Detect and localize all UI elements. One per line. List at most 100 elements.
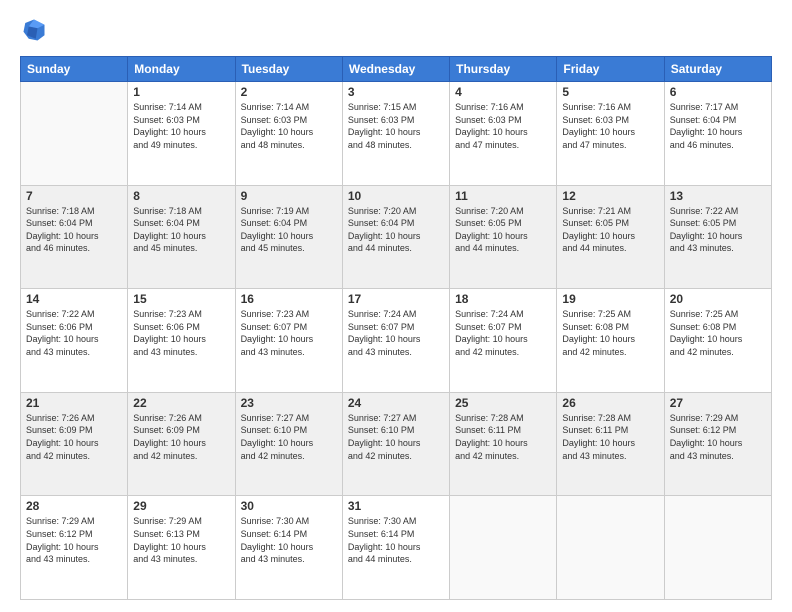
calendar-cell: 22 Sunrise: 7:26 AM Sunset: 6:09 PM Dayli…	[128, 392, 235, 496]
calendar-cell: 11Sunrise: 7:20 AM Sunset: 6:05 PM Dayli…	[450, 185, 557, 289]
weekday-header-tuesday: Tuesday	[235, 57, 342, 82]
calendar-cell: 7Sunrise: 7:18 AM Sunset: 6:04 PM Daylig…	[21, 185, 128, 289]
calendar-cell: 27 Sunrise: 7:29 AM Sunset: 6:12 PM Dayli…	[664, 392, 771, 496]
day-number: 25	[455, 396, 551, 410]
cell-info: Sunrise: 7:23 AM Sunset: 6:07 PM Dayligh…	[241, 308, 337, 358]
day-number: 14	[26, 292, 122, 306]
day-number: 28	[26, 499, 122, 513]
calendar-cell: 15 Sunrise: 7:23 AM Sunset: 6:06 PM Dayli…	[128, 289, 235, 393]
cell-info: Sunrise: 7:24 AM Sunset: 6:07 PM Dayligh…	[455, 308, 551, 358]
calendar-cell: 13 Sunrise: 7:22 AM Sunset: 6:05 PM Dayli…	[664, 185, 771, 289]
weekday-header-friday: Friday	[557, 57, 664, 82]
calendar-cell: 2 Sunrise: 7:14 AM Sunset: 6:03 PM Daylig…	[235, 82, 342, 186]
day-number: 4	[455, 85, 551, 99]
calendar-cell: 31Sunrise: 7:30 AM Sunset: 6:14 PM Dayli…	[342, 496, 449, 600]
calendar-cell: 3Sunrise: 7:15 AM Sunset: 6:03 PM Daylig…	[342, 82, 449, 186]
day-number: 27	[670, 396, 766, 410]
cell-info: Sunrise: 7:20 AM Sunset: 6:04 PM Dayligh…	[348, 205, 444, 255]
day-number: 9	[241, 189, 337, 203]
cell-info: Sunrise: 7:14 AM Sunset: 6:03 PM Dayligh…	[241, 101, 337, 151]
day-number: 5	[562, 85, 658, 99]
calendar-cell: 8 Sunrise: 7:18 AM Sunset: 6:04 PM Daylig…	[128, 185, 235, 289]
cell-info: Sunrise: 7:17 AM Sunset: 6:04 PM Dayligh…	[670, 101, 766, 151]
cell-info: Sunrise: 7:18 AM Sunset: 6:04 PM Dayligh…	[133, 205, 229, 255]
calendar-cell: 25Sunrise: 7:28 AM Sunset: 6:11 PM Dayli…	[450, 392, 557, 496]
day-number: 23	[241, 396, 337, 410]
calendar-cell: 23Sunrise: 7:27 AM Sunset: 6:10 PM Dayli…	[235, 392, 342, 496]
cell-info: Sunrise: 7:25 AM Sunset: 6:08 PM Dayligh…	[670, 308, 766, 358]
day-number: 11	[455, 189, 551, 203]
day-number: 6	[670, 85, 766, 99]
day-number: 10	[348, 189, 444, 203]
cell-info: Sunrise: 7:21 AM Sunset: 6:05 PM Dayligh…	[562, 205, 658, 255]
day-number: 21	[26, 396, 122, 410]
logo-icon	[20, 16, 48, 44]
weekday-header-thursday: Thursday	[450, 57, 557, 82]
day-number: 31	[348, 499, 444, 513]
header	[20, 18, 772, 46]
calendar-cell: 14 Sunrise: 7:22 AM Sunset: 6:06 PM Dayli…	[21, 289, 128, 393]
weekday-header-saturday: Saturday	[664, 57, 771, 82]
day-number: 15	[133, 292, 229, 306]
calendar-cell: 21 Sunrise: 7:26 AM Sunset: 6:09 PM Dayli…	[21, 392, 128, 496]
calendar-cell: 5 Sunrise: 7:16 AM Sunset: 6:03 PM Daylig…	[557, 82, 664, 186]
calendar-week-row: 28Sunrise: 7:29 AM Sunset: 6:12 PM Dayli…	[21, 496, 772, 600]
cell-info: Sunrise: 7:27 AM Sunset: 6:10 PM Dayligh…	[348, 412, 444, 462]
calendar-cell: 6 Sunrise: 7:17 AM Sunset: 6:04 PM Daylig…	[664, 82, 771, 186]
logo	[20, 18, 51, 46]
day-number: 13	[670, 189, 766, 203]
calendar-cell: 19 Sunrise: 7:25 AM Sunset: 6:08 PM Dayli…	[557, 289, 664, 393]
calendar-table: SundayMondayTuesdayWednesdayThursdayFrid…	[20, 56, 772, 600]
cell-info: Sunrise: 7:16 AM Sunset: 6:03 PM Dayligh…	[562, 101, 658, 151]
day-number: 7	[26, 189, 122, 203]
cell-info: Sunrise: 7:28 AM Sunset: 6:11 PM Dayligh…	[562, 412, 658, 462]
calendar-cell: 16 Sunrise: 7:23 AM Sunset: 6:07 PM Dayli…	[235, 289, 342, 393]
day-number: 1	[133, 85, 229, 99]
cell-info: Sunrise: 7:22 AM Sunset: 6:06 PM Dayligh…	[26, 308, 122, 358]
calendar-cell: 20 Sunrise: 7:25 AM Sunset: 6:08 PM Dayli…	[664, 289, 771, 393]
day-number: 8	[133, 189, 229, 203]
calendar-week-row: 1 Sunrise: 7:14 AM Sunset: 6:03 PM Daylig…	[21, 82, 772, 186]
cell-info: Sunrise: 7:30 AM Sunset: 6:14 PM Dayligh…	[241, 515, 337, 565]
cell-info: Sunrise: 7:14 AM Sunset: 6:03 PM Dayligh…	[133, 101, 229, 151]
day-number: 30	[241, 499, 337, 513]
calendar-header-row: SundayMondayTuesdayWednesdayThursdayFrid…	[21, 57, 772, 82]
calendar-cell: 29Sunrise: 7:29 AM Sunset: 6:13 PM Dayli…	[128, 496, 235, 600]
day-number: 18	[455, 292, 551, 306]
calendar-cell: 10 Sunrise: 7:20 AM Sunset: 6:04 PM Dayli…	[342, 185, 449, 289]
cell-info: Sunrise: 7:23 AM Sunset: 6:06 PM Dayligh…	[133, 308, 229, 358]
cell-info: Sunrise: 7:15 AM Sunset: 6:03 PM Dayligh…	[348, 101, 444, 151]
cell-info: Sunrise: 7:19 AM Sunset: 6:04 PM Dayligh…	[241, 205, 337, 255]
day-number: 12	[562, 189, 658, 203]
calendar-week-row: 14 Sunrise: 7:22 AM Sunset: 6:06 PM Dayli…	[21, 289, 772, 393]
page: SundayMondayTuesdayWednesdayThursdayFrid…	[0, 0, 792, 612]
day-number: 16	[241, 292, 337, 306]
day-number: 29	[133, 499, 229, 513]
day-number: 20	[670, 292, 766, 306]
cell-info: Sunrise: 7:26 AM Sunset: 6:09 PM Dayligh…	[133, 412, 229, 462]
cell-info: Sunrise: 7:25 AM Sunset: 6:08 PM Dayligh…	[562, 308, 658, 358]
calendar-cell: 9 Sunrise: 7:19 AM Sunset: 6:04 PM Daylig…	[235, 185, 342, 289]
cell-info: Sunrise: 7:16 AM Sunset: 6:03 PM Dayligh…	[455, 101, 551, 151]
calendar-cell: 4 Sunrise: 7:16 AM Sunset: 6:03 PM Daylig…	[450, 82, 557, 186]
calendar-cell: 30 Sunrise: 7:30 AM Sunset: 6:14 PM Dayli…	[235, 496, 342, 600]
day-number: 2	[241, 85, 337, 99]
weekday-header-monday: Monday	[128, 57, 235, 82]
cell-info: Sunrise: 7:24 AM Sunset: 6:07 PM Dayligh…	[348, 308, 444, 358]
weekday-header-wednesday: Wednesday	[342, 57, 449, 82]
day-number: 17	[348, 292, 444, 306]
day-number: 22	[133, 396, 229, 410]
day-number: 19	[562, 292, 658, 306]
calendar-cell: 12 Sunrise: 7:21 AM Sunset: 6:05 PM Dayli…	[557, 185, 664, 289]
calendar-cell	[21, 82, 128, 186]
cell-info: Sunrise: 7:29 AM Sunset: 6:12 PM Dayligh…	[670, 412, 766, 462]
calendar-cell	[557, 496, 664, 600]
calendar-cell: 28Sunrise: 7:29 AM Sunset: 6:12 PM Dayli…	[21, 496, 128, 600]
calendar-cell: 26Sunrise: 7:28 AM Sunset: 6:11 PM Dayli…	[557, 392, 664, 496]
cell-info: Sunrise: 7:22 AM Sunset: 6:05 PM Dayligh…	[670, 205, 766, 255]
day-number: 24	[348, 396, 444, 410]
cell-info: Sunrise: 7:26 AM Sunset: 6:09 PM Dayligh…	[26, 412, 122, 462]
calendar-cell: 18 Sunrise: 7:24 AM Sunset: 6:07 PM Dayli…	[450, 289, 557, 393]
calendar-cell: 17 Sunrise: 7:24 AM Sunset: 6:07 PM Dayli…	[342, 289, 449, 393]
calendar-cell: 1 Sunrise: 7:14 AM Sunset: 6:03 PM Daylig…	[128, 82, 235, 186]
